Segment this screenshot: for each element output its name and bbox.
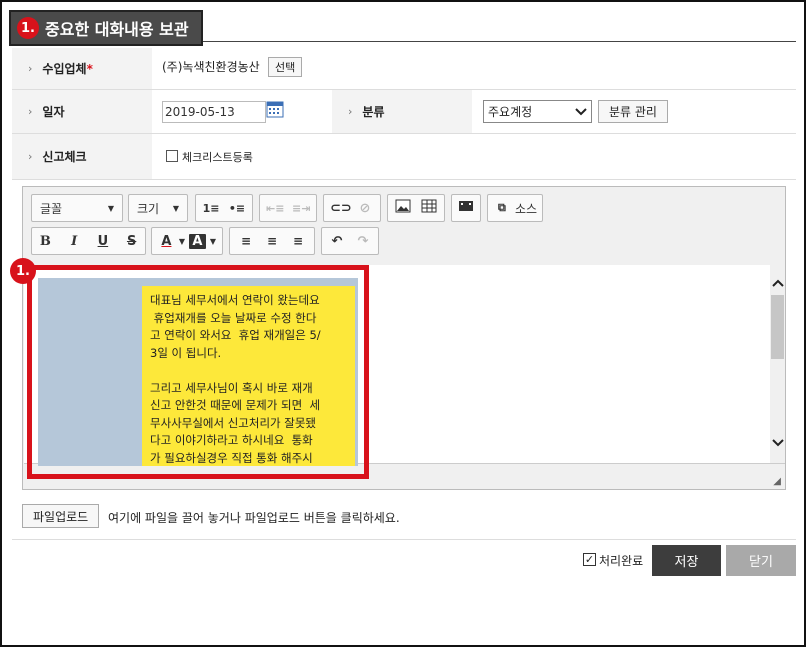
align-right-icon[interactable]: ≡ [289,234,307,248]
source-button[interactable]: ⧉ 소스 [487,194,543,222]
calendar-icon[interactable] [266,100,284,118]
align-group: ≡ ≡ ≡ [229,227,315,255]
chevron-down-icon [575,105,587,119]
bold-icon[interactable]: B [38,234,53,249]
video-icon [457,199,475,217]
resize-handle-icon[interactable]: ◢ [773,476,781,487]
chevron-right-icon: › [28,150,33,163]
font-size-dropdown[interactable]: 크기 ▼ [128,194,188,222]
date-input[interactable] [162,101,266,123]
category-label: › 분류 [332,90,472,133]
company-row: › 수입업체 * (주)녹색친환경농산 선택 [12,48,796,90]
title-divider [203,41,796,42]
report-row: › 신고체크 체크리스트등록 [12,134,796,180]
history-group: ↶ ↷ [321,227,379,255]
section-title-text: 중요한 대화내용 보관 [45,20,189,39]
checklist-checkbox[interactable] [166,150,178,162]
chevron-right-icon: › [28,62,33,75]
align-center-icon[interactable]: ≡ [263,234,281,248]
source-code-icon: ⧉ [498,201,506,214]
chevron-right-icon: › [348,105,353,118]
done-checkbox[interactable]: ✓ [583,553,596,566]
italic-icon[interactable]: I [67,234,82,249]
footer-divider [12,539,796,540]
company-label: › 수입업체 * [12,48,152,89]
done-label: 처리완료 [599,554,644,568]
checklist-label: 체크리스트등록 [182,151,253,164]
chevron-right-icon: › [28,105,33,118]
report-label: › 신고체크 [12,134,152,179]
undo-icon[interactable]: ↶ [328,234,346,249]
text-style-group: B I U S [31,227,146,255]
align-left-icon[interactable]: ≡ [237,234,255,248]
company-select-button[interactable]: 선택 [268,57,303,77]
table-icon[interactable] [420,199,438,217]
company-value: (주)녹색친환경농산 [162,60,260,74]
scroll-down-icon[interactable] [770,437,785,450]
caret-down-icon: ▼ [107,203,114,213]
unlink-icon[interactable]: ⊘ [356,201,374,216]
font-color-icon[interactable]: A [158,234,175,249]
indent-icon[interactable]: ≡⇥ [292,202,310,215]
category-manage-button[interactable]: 분류 관리 [598,100,668,123]
insert-group [387,194,445,222]
image-icon[interactable] [394,199,412,217]
bullet-list-icon[interactable]: •≡ [228,202,246,215]
file-upload-button[interactable]: 파일업로드 [22,504,100,528]
editor-scrollbar[interactable] [770,265,785,463]
caret-down-icon: ▼ [172,203,179,213]
caret-down-icon: ▼ [178,236,185,246]
file-upload-hint: 여기에 파일을 끌어 놓거나 파일업로드 버튼을 클릭하세요. [108,511,400,525]
save-button[interactable]: 저장 [652,545,721,576]
scrollbar-thumb[interactable] [771,295,784,359]
redo-icon[interactable]: ↷ [354,234,372,249]
section-title: 1. 중요한 대화내용 보관 [9,10,203,46]
step-number-badge: 1. [17,17,39,39]
indent-group: ⇤≡ ≡⇥ [259,194,317,222]
scroll-up-icon[interactable] [770,277,785,290]
annotation-number-badge: 1. [10,258,36,284]
color-group: A ▼ A ▼ [151,227,223,255]
link-group: ⊂⊃ ⊘ [323,194,381,222]
media-button[interactable] [451,194,481,222]
date-row: › 일자 › 분류 주요계정 분류 관리 [12,90,796,134]
background-color-icon[interactable]: A [189,233,206,249]
strikethrough-icon[interactable]: S [124,234,139,249]
outdent-icon[interactable]: ⇤≡ [266,202,284,215]
category-select[interactable]: 주요계정 [483,100,592,123]
list-group: 1≡ •≡ [195,194,253,222]
caret-down-icon: ▼ [209,236,216,246]
ordered-list-icon[interactable]: 1≡ [202,202,220,215]
link-icon[interactable]: ⊂⊃ [330,201,352,216]
close-button[interactable]: 닫기 [726,545,796,576]
underline-icon[interactable]: U [96,234,111,249]
highlight-annotation-box [27,265,369,479]
date-label: › 일자 [12,90,152,133]
font-family-dropdown[interactable]: 글꼴 ▼ [31,194,123,222]
